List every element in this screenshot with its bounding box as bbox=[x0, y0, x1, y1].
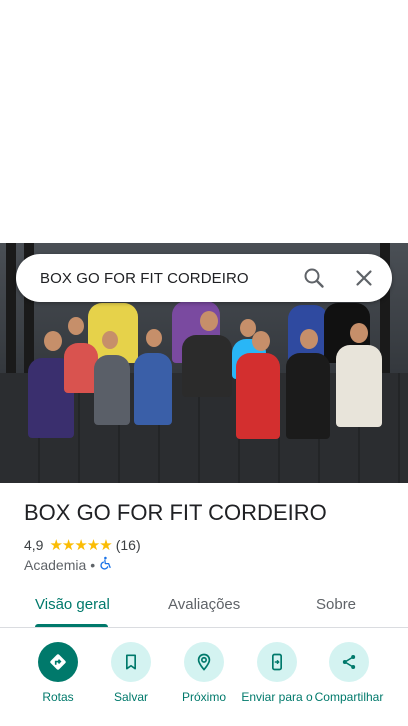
blank-map-area bbox=[0, 0, 408, 243]
close-icon[interactable] bbox=[352, 266, 376, 290]
search-bar[interactable]: BOX GO FOR FIT CORDEIRO bbox=[16, 254, 392, 302]
photo-person bbox=[286, 353, 330, 439]
share-icon bbox=[329, 642, 369, 682]
category-row: Academia • bbox=[24, 556, 113, 573]
action-bar: Rotas Salvar Próximo Enviar para o Compa… bbox=[0, 640, 408, 726]
place-title: BOX GO FOR FIT CORDEIRO bbox=[24, 500, 327, 525]
send-to-phone-label: Enviar para o bbox=[241, 690, 313, 704]
nearby-label: Próximo bbox=[181, 690, 226, 704]
directions-button[interactable]: Rotas bbox=[20, 640, 96, 704]
rating-row[interactable]: 4,9 ★★★★★ (16) bbox=[24, 536, 141, 554]
share-label: Compartilhar bbox=[314, 690, 384, 704]
photo-person-head bbox=[252, 331, 270, 351]
photo-person-head bbox=[68, 317, 84, 335]
send-to-phone-button[interactable]: Enviar para o bbox=[239, 640, 315, 704]
wheelchair-icon bbox=[99, 556, 113, 573]
search-input[interactable]: BOX GO FOR FIT CORDEIRO bbox=[40, 270, 392, 287]
tab-about[interactable]: Sobre bbox=[316, 596, 356, 613]
bookmark-icon bbox=[111, 642, 151, 682]
photo-person bbox=[94, 355, 130, 425]
photo-person bbox=[236, 353, 280, 439]
rating-value: 4,9 bbox=[24, 537, 44, 553]
directions-label: Rotas bbox=[42, 690, 74, 704]
nearby-icon bbox=[184, 642, 224, 682]
send-to-phone-icon bbox=[257, 642, 297, 682]
search-icon[interactable] bbox=[302, 266, 326, 290]
review-count[interactable]: (16) bbox=[116, 537, 141, 553]
photo-person-head bbox=[350, 323, 368, 343]
nearby-button[interactable]: Próximo bbox=[166, 640, 242, 704]
photo-person bbox=[182, 335, 232, 397]
photo-person-head bbox=[200, 311, 218, 331]
photo-person-head bbox=[44, 331, 62, 351]
share-button[interactable]: Compartilhar bbox=[311, 640, 387, 704]
active-tab-indicator bbox=[35, 624, 108, 627]
photo-person bbox=[134, 353, 172, 425]
directions-icon bbox=[38, 642, 78, 682]
photo-person bbox=[64, 343, 98, 393]
photo-person-head bbox=[102, 331, 118, 349]
photo-person-head bbox=[300, 329, 318, 349]
place-category: Academia bbox=[24, 556, 87, 573]
tab-reviews[interactable]: Avaliações bbox=[168, 596, 240, 613]
photo-rack bbox=[6, 243, 16, 373]
save-label: Salvar bbox=[113, 690, 148, 704]
photo-person bbox=[336, 345, 382, 427]
tab-overview[interactable]: Visão geral bbox=[35, 596, 110, 613]
star-rating-icon: ★★★★★ bbox=[49, 537, 112, 554]
save-button[interactable]: Salvar bbox=[93, 640, 169, 704]
tab-bar: Visão geral Avaliações Sobre bbox=[0, 586, 408, 628]
photo-person-head bbox=[146, 329, 162, 347]
separator-dot: • bbox=[90, 556, 96, 573]
